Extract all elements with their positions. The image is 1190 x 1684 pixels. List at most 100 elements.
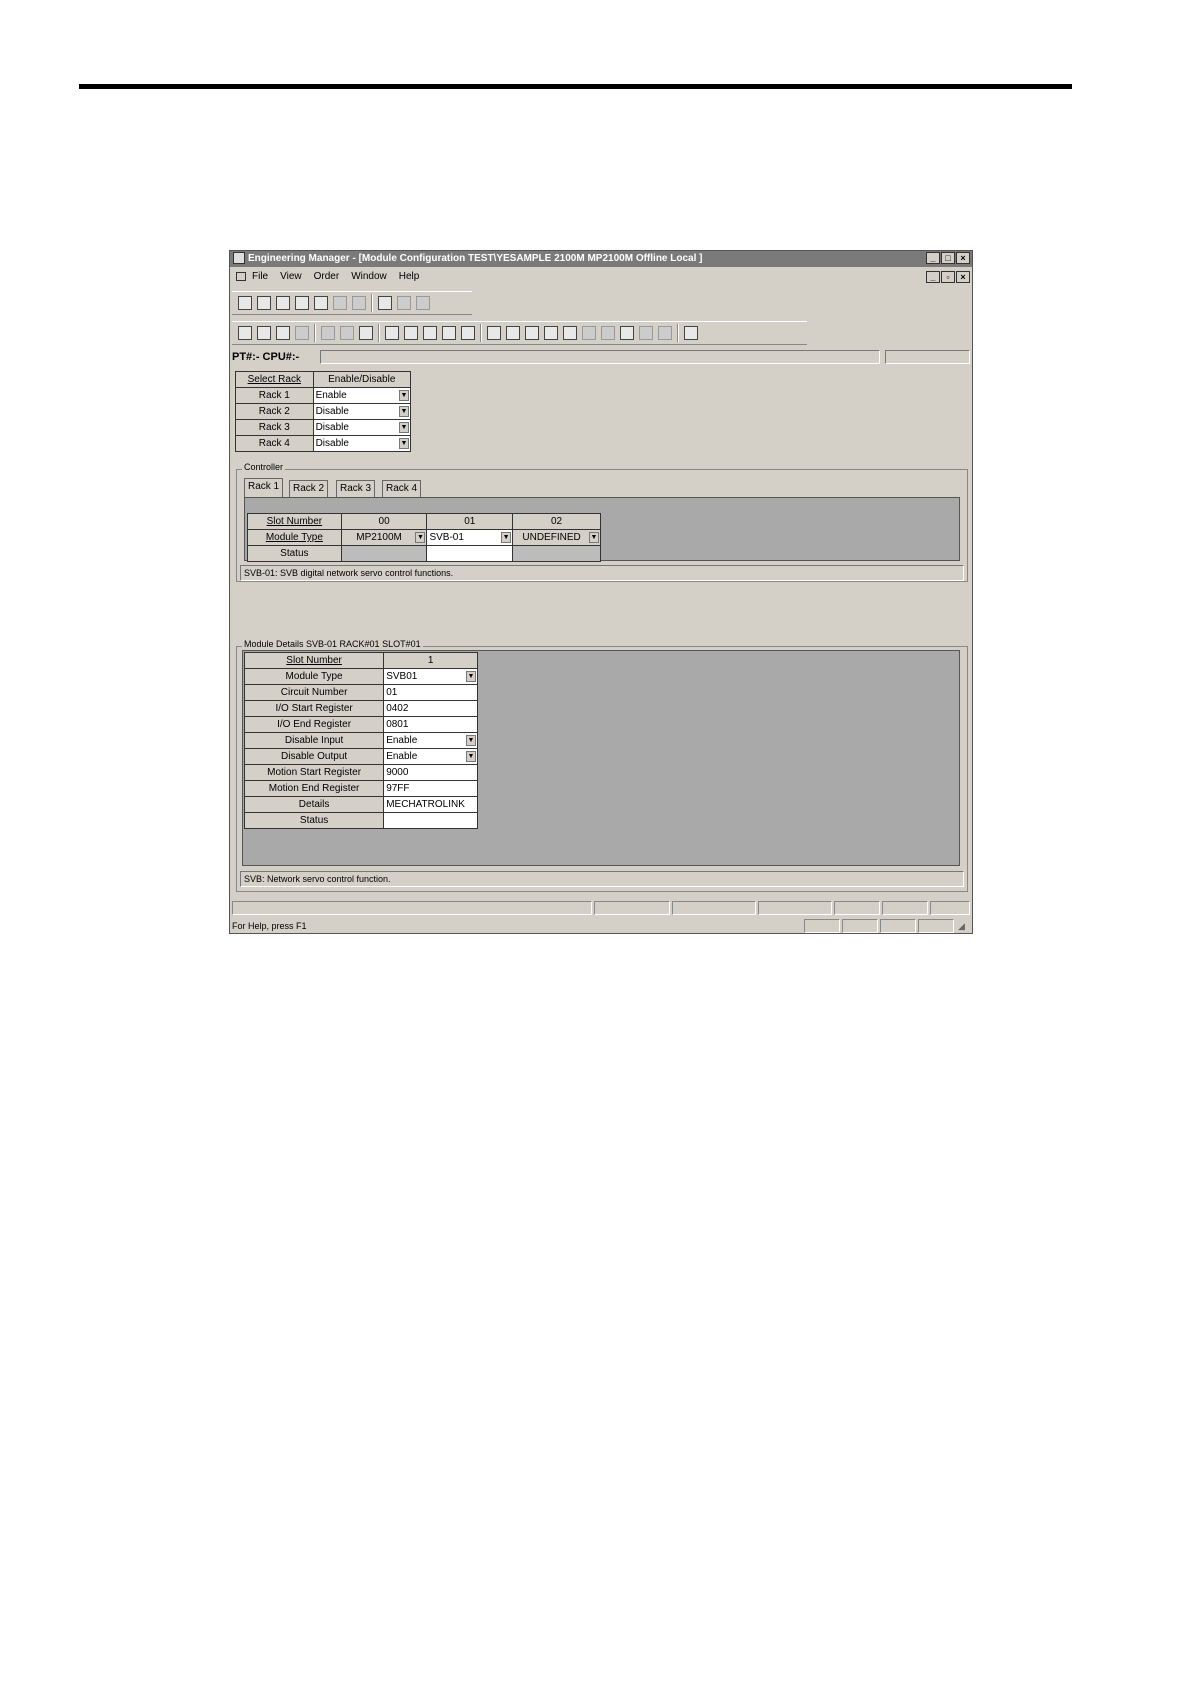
motion-end-register-field[interactable]: 97FF [383,780,478,797]
menu-view[interactable]: View [280,271,302,282]
pointer-icon[interactable] [423,326,437,340]
motion-start-register-field[interactable]: 9000 [383,764,478,781]
chevron-down-icon[interactable]: ▼ [466,735,476,746]
detail-label: Module Type [243,668,385,685]
controller-description: SVB-01: SVB digital network servo contro… [240,565,964,581]
register-icon[interactable] [314,296,328,310]
dropdown-value: UNDEFINED [522,532,581,543]
rack-3-enable-dropdown[interactable]: Disable ▼ [312,419,412,436]
disabled-icon [352,296,366,310]
disabled-icon [601,326,615,340]
status-pane [672,901,756,915]
mdi-minimize-button[interactable]: _ [926,271,940,283]
disabled-icon [397,296,411,310]
inner-status-row [232,901,970,915]
register-icon[interactable] [563,326,577,340]
table-icon[interactable] [276,296,290,310]
tab-rack-4[interactable]: Rack 4 [382,480,422,497]
copy-icon [340,326,354,340]
table-icon[interactable] [295,296,309,310]
table-icon[interactable] [525,326,539,340]
rack-label: Rack 3 [235,419,314,436]
details-field[interactable]: MECHATROLINK [383,796,478,813]
mdi-close-button[interactable]: × [956,271,970,283]
maximize-button[interactable]: □ [941,252,955,264]
transfer-icon[interactable] [378,296,392,310]
dropdown-value: SVB-01 [429,532,464,543]
minimize-button[interactable]: _ [926,252,940,264]
location-field-right [885,350,970,364]
dropdown-value: SVB01 [386,671,418,682]
chevron-down-icon[interactable]: ▼ [399,422,409,433]
dropdown-value: Enable [386,751,418,762]
menu-order[interactable]: Order [314,271,340,282]
transfer-icon[interactable] [620,326,634,340]
module-config-icon[interactable] [487,326,501,340]
grid-icon[interactable] [461,326,475,340]
document-menu-icon[interactable] [236,271,246,281]
mdi-controls: _ ▫ × [926,271,970,283]
module-description: SVB: Network servo control function. [240,871,964,887]
circuit-number-field[interactable]: 01 [383,684,478,701]
menu-file[interactable]: File [252,271,268,282]
slot-01-status [426,545,514,562]
table-icon[interactable] [544,326,558,340]
status-pane [834,901,880,915]
chevron-down-icon[interactable]: ▼ [501,532,512,543]
io-start-register-field[interactable]: 0402 [383,700,478,717]
close-button[interactable]: × [956,252,970,264]
chevron-down-icon[interactable]: ▼ [466,671,476,682]
dropdown-value: Disable [315,406,349,417]
table-icon[interactable] [257,296,271,310]
rack-select-header: Select Rack [235,371,314,388]
tab-rack-2[interactable]: Rack 2 [289,480,329,497]
menu-help[interactable]: Help [399,271,420,282]
window-title: Engineering Manager - [Module Configurat… [248,253,703,264]
disabled-icon [658,326,672,340]
title-bar[interactable]: Engineering Manager - [Module Configurat… [230,251,972,267]
save-icon[interactable] [257,326,271,340]
toolbar-standard [232,321,807,345]
chevron-down-icon[interactable]: ▼ [589,532,599,543]
chevron-down-icon[interactable]: ▼ [399,390,409,401]
menu-window[interactable]: Window [351,271,387,282]
help-icon[interactable] [684,326,698,340]
status-pane [232,901,592,915]
table-icon[interactable] [506,326,520,340]
new-file-icon[interactable] [238,326,252,340]
rack-4-enable-dropdown[interactable]: Disable ▼ [312,435,412,452]
cut-icon [321,326,335,340]
tab-rack-1[interactable]: Rack 1 [244,478,284,497]
dropdown-value: Enable [386,735,418,746]
slot-02-module-dropdown[interactable]: UNDEFINED ▼ [512,529,601,546]
detail-label: I/O End Register [243,716,385,733]
chevron-down-icon[interactable]: ▼ [399,406,409,417]
chevron-down-icon[interactable]: ▼ [466,751,476,762]
module-type-dropdown[interactable]: SVB01 ▼ [383,668,478,685]
io-end-register-field[interactable]: 0801 [383,716,478,733]
rack-2-enable-dropdown[interactable]: Disable ▼ [312,403,412,420]
disable-output-dropdown[interactable]: Enable ▼ [383,748,478,765]
controller-group-label: Controller [242,462,286,472]
grid-icon[interactable] [442,326,456,340]
detail-label: I/O Start Register [243,700,385,717]
window-icon[interactable] [385,326,399,340]
chevron-down-icon[interactable]: ▼ [415,532,426,543]
paste-icon[interactable] [359,326,373,340]
detail-label: Disable Input [243,732,385,749]
disable-input-dropdown[interactable]: Enable ▼ [383,732,478,749]
status-pane [930,901,970,915]
rack-1-enable-dropdown[interactable]: Enable ▼ [312,387,412,404]
slot-01-module-dropdown[interactable]: SVB-01 ▼ [426,529,514,546]
toolbar-module [232,291,472,315]
preview-icon[interactable] [404,326,418,340]
toolbar-separator [677,324,679,342]
mdi-restore-button[interactable]: ▫ [941,271,955,283]
chevron-down-icon[interactable]: ▼ [399,438,409,449]
slot-00-status [340,545,428,562]
tab-rack-3[interactable]: Rack 3 [336,480,376,497]
module-config-icon[interactable] [238,296,252,310]
slot-00-module-dropdown[interactable]: MP2100M ▼ [340,529,428,546]
resize-grip-icon[interactable]: ◢ [958,921,970,933]
print-icon[interactable] [276,326,290,340]
